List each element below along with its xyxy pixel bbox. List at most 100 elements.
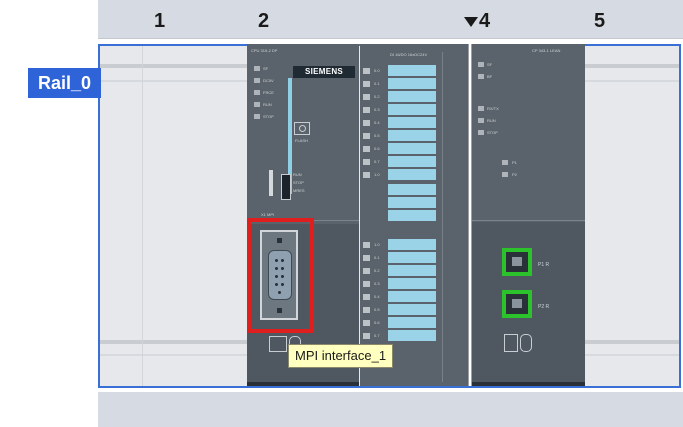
led-frce — [254, 90, 260, 95]
led-label: DC5V — [263, 78, 274, 83]
flash-label: FLASH — [295, 138, 308, 143]
led-label: RUN — [487, 118, 496, 123]
channel-led — [363, 172, 370, 178]
module-grid-icon — [504, 334, 518, 352]
module-status-icon — [520, 334, 532, 352]
triangle-down-icon — [464, 17, 478, 27]
flash-card-icon — [294, 122, 310, 135]
channel-label: 0.5 — [374, 307, 380, 312]
cp-model-label: CP 343-1 LEAN — [532, 48, 561, 53]
channel-bar — [388, 65, 436, 76]
rail-band — [585, 64, 679, 68]
led-bf — [478, 74, 484, 79]
led-dc5v — [254, 78, 260, 83]
channel-bar — [388, 143, 436, 154]
channel-led — [363, 307, 370, 313]
led-label: BF — [487, 74, 493, 79]
channel-bar — [388, 291, 436, 302]
mode-switch-lever-icon — [281, 174, 291, 200]
channel-label: 0.2 — [374, 268, 380, 273]
channel-bar — [388, 169, 436, 180]
rail-band — [100, 340, 247, 344]
channel-label: 0.4 — [374, 294, 380, 299]
channel-led — [363, 242, 370, 248]
io-channels: 0.0 0.1 0.2 0.3 0.4 0.5 0.6 0.7 1.0 1.0 0.1 0.2 0.3 0… — [360, 44, 468, 386]
rail-band — [100, 64, 247, 68]
module-base — [472, 382, 585, 386]
ethernet-port-icon[interactable] — [502, 248, 532, 276]
channel-led — [363, 281, 370, 287]
channel-bar — [388, 317, 436, 328]
switch-label: MRES — [293, 188, 305, 193]
channel-bar — [388, 117, 436, 128]
channel-led — [363, 159, 370, 165]
led-p2 — [502, 172, 508, 177]
channel-bar — [388, 184, 436, 195]
led-sf — [478, 62, 484, 67]
channel-label: 1.0 — [374, 172, 380, 177]
led-sf — [254, 66, 260, 71]
cpu-module[interactable]: CPU 315-2 DP SF DC5V FRCE RUN STOP SIEME… — [247, 44, 359, 386]
channel-led — [363, 268, 370, 274]
mode-switch-icon — [269, 170, 273, 196]
rail-band — [585, 340, 679, 344]
led-stop — [254, 114, 260, 119]
cp-panel-divider — [472, 220, 585, 221]
led-run — [478, 118, 484, 123]
led-run — [254, 102, 260, 107]
module-base — [247, 382, 359, 386]
channel-label: 0.2 — [374, 94, 380, 99]
slot-number-2: 2 — [258, 10, 270, 32]
channel-bar — [388, 265, 436, 276]
led-label: P1 — [512, 160, 517, 165]
channel-led — [363, 294, 370, 300]
channel-bar — [388, 239, 436, 250]
led-label: P2 — [512, 172, 517, 177]
switch-label: RUN — [293, 172, 302, 177]
channel-label: 0.0 — [374, 68, 380, 73]
channel-bar — [388, 278, 436, 289]
cp-ethernet-module[interactable]: CP 343-1 LEAN SF BF RX/TX RUN STOP P1 P2… — [472, 44, 585, 386]
channel-label: 1.0 — [374, 242, 380, 247]
slot-number-1: 1 — [154, 10, 166, 32]
channel-bar — [388, 104, 436, 115]
channel-label: 0.3 — [374, 107, 380, 112]
led-rxtx — [478, 106, 484, 111]
channel-bar — [388, 252, 436, 263]
footer-strip — [98, 392, 683, 427]
channel-led — [363, 320, 370, 326]
cpu-front-panel: CPU 315-2 DP SF DC5V FRCE RUN STOP SIEME… — [247, 44, 359, 224]
led-label: FRCE — [263, 90, 274, 95]
channel-label: 0.4 — [374, 120, 380, 125]
mpi-interface-selection[interactable] — [247, 218, 314, 333]
led-label: RUN — [263, 102, 272, 107]
led-label: STOP — [263, 114, 274, 119]
slot-number-5: 5 — [594, 10, 606, 32]
led-label: SF — [487, 62, 493, 67]
module-grid-icon — [269, 336, 287, 352]
rail-band — [585, 354, 679, 356]
channel-led — [363, 120, 370, 126]
port-label: P2 R — [538, 304, 550, 310]
switch-label: STOP — [293, 180, 304, 185]
port-label: P1 R — [538, 262, 550, 268]
channel-label: 0.1 — [374, 255, 380, 260]
channel-label: 0.6 — [374, 146, 380, 151]
led-label: SF — [263, 66, 269, 71]
cpu-model-label: CPU 315-2 DP — [251, 48, 278, 53]
led-p1 — [502, 160, 508, 165]
ethernet-port-icon[interactable] — [502, 290, 532, 318]
rail-band — [100, 354, 247, 356]
channel-led — [363, 81, 370, 87]
channel-led — [363, 107, 370, 113]
channel-led — [363, 333, 370, 339]
port-label: X1 MPI — [261, 212, 275, 217]
channel-bar — [388, 78, 436, 89]
channel-bar — [388, 197, 436, 208]
led-stop — [478, 130, 484, 135]
slot-divider — [142, 46, 143, 386]
led-label: STOP — [487, 130, 498, 135]
channel-led — [363, 94, 370, 100]
channel-bar — [388, 156, 436, 167]
rail-label[interactable]: Rail_0 — [28, 68, 102, 98]
